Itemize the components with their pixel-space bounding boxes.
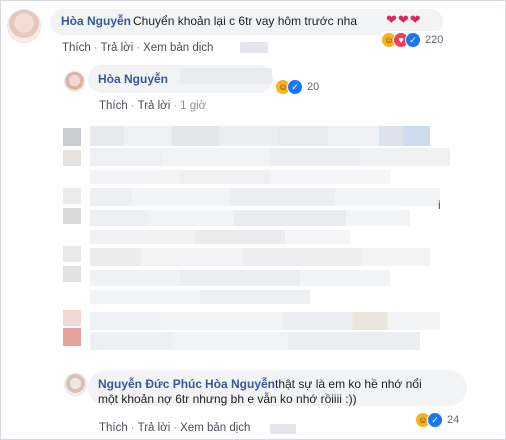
reply-reaction-count: 24 <box>447 414 460 426</box>
reply-author-link[interactable]: Hòa Nguyễn <box>98 72 168 86</box>
reaction-count: 220 <box>425 34 444 46</box>
pixelated-censored-area: i <box>60 118 452 362</box>
blurred-timestamp <box>270 424 296 434</box>
timestamp[interactable]: 1 giờ <box>180 100 206 112</box>
comment-text: Chuyển khoản lại c 6tr vay hôm trước nha <box>133 14 358 28</box>
like-icon: ✓ <box>405 32 421 48</box>
reply-reaction-summary[interactable]: ☺ ✓ 20 <box>272 78 323 96</box>
like-link[interactable]: Thích <box>62 42 91 54</box>
blurred-timestamp <box>240 42 268 53</box>
reply-mention-link[interactable]: Hòa Nguyễn <box>205 377 275 391</box>
reply-author-link[interactable]: Nguyễn Đức Phúc <box>98 377 202 391</box>
reply-link[interactable]: Trả lời <box>138 100 171 112</box>
reply-avatar[interactable] <box>64 373 87 396</box>
see-translation-link[interactable]: Xem bản dịch <box>180 422 250 434</box>
reply-link[interactable]: Trả lời <box>138 422 171 434</box>
like-link[interactable]: Thích <box>99 422 128 434</box>
reply-actions: Thích · Trả lời · 1 giờ <box>99 100 207 112</box>
commenter-avatar[interactable] <box>7 9 41 43</box>
reply-link[interactable]: Trả lời <box>101 42 134 54</box>
see-translation-link[interactable]: Xem bản dịch <box>143 42 213 54</box>
reply-actions: Thích · Trả lời · Xem bản dịch <box>99 422 251 434</box>
reply-reaction-summary[interactable]: ☺ ✓ 24 <box>412 411 463 429</box>
reaction-summary[interactable]: ☺ ♥ ✓ 220 <box>378 31 447 49</box>
reply-text-line1: thật sự là em ko hề nhớ nổi <box>275 377 422 391</box>
like-link[interactable]: Thích <box>99 100 128 112</box>
reply-text-line2: một khoản nợ 6tr nhưng bh e vẫn ko nhớ r… <box>98 392 357 406</box>
censored-text-fragment: i <box>438 198 441 212</box>
reply-avatar[interactable] <box>64 71 85 92</box>
comment-actions: Thích · Trả lời · Xem bản dịch <box>62 42 214 54</box>
heart-emoji: ❤❤❤ <box>386 12 422 27</box>
blurred-reply-text <box>180 68 272 84</box>
comment-author-link[interactable]: Hòa Nguyễn <box>61 14 131 28</box>
like-icon: ✓ <box>287 79 303 95</box>
reply-reaction-count: 20 <box>307 81 320 93</box>
like-icon: ✓ <box>427 412 443 428</box>
